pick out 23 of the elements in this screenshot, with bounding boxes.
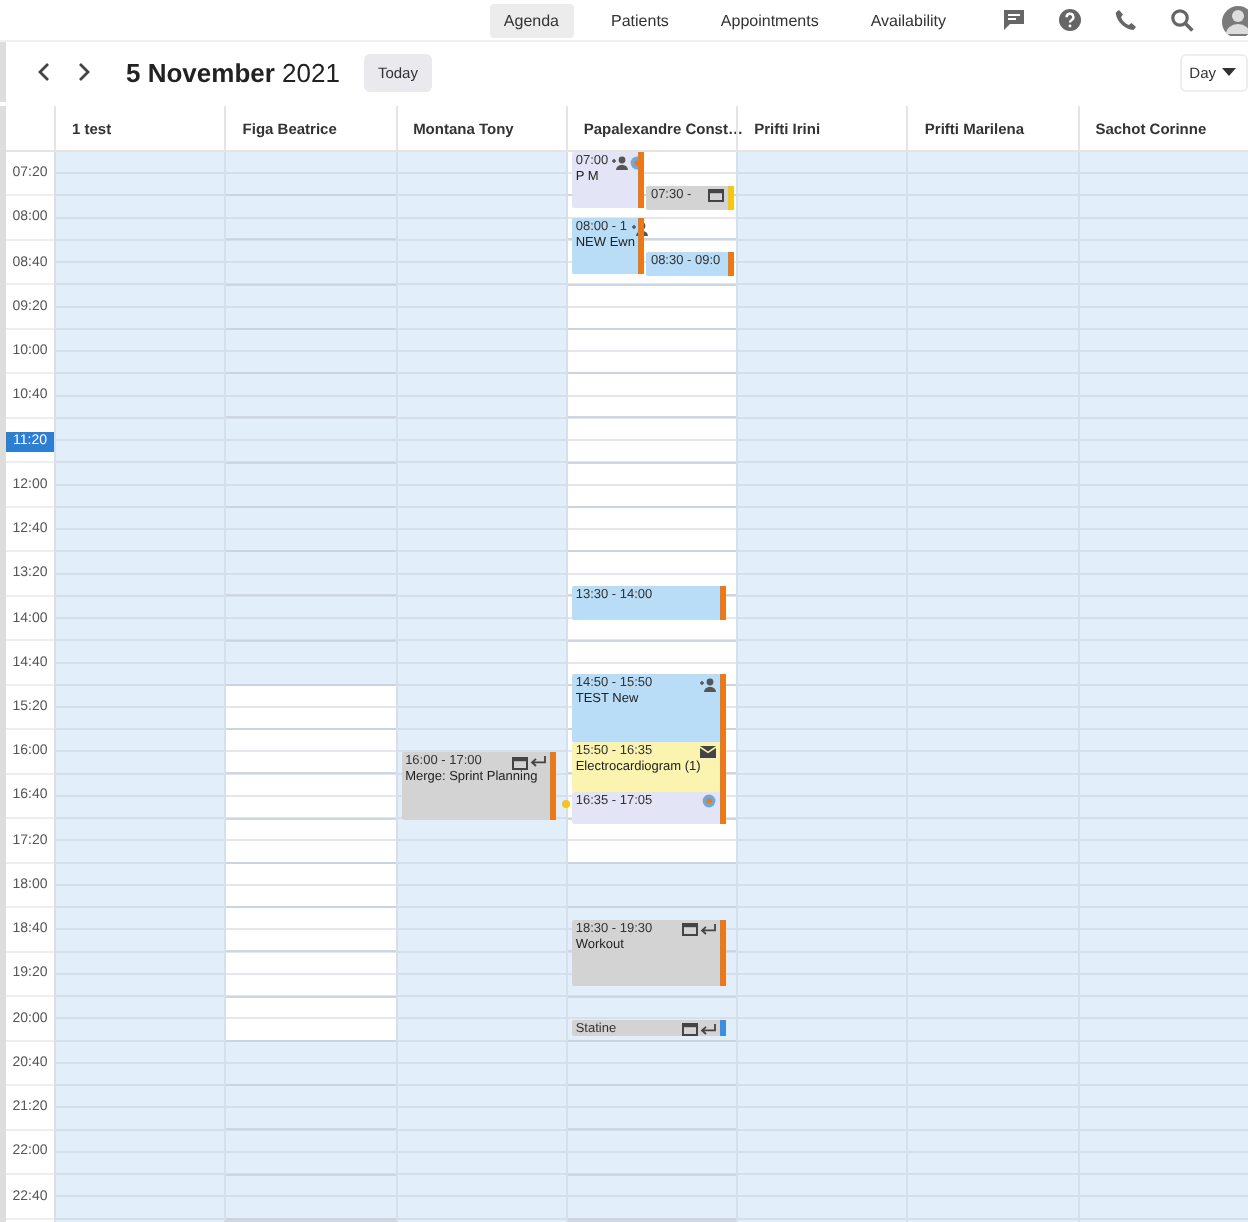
nav-tab[interactable]: Appointments — [706, 3, 833, 37]
caret-icon — [1222, 68, 1236, 76]
person-icon — [612, 155, 629, 169]
calendar-icon — [511, 755, 528, 770]
help-icon[interactable] — [1056, 6, 1084, 34]
return-arrow-icon — [700, 923, 717, 936]
calendar-icon — [682, 922, 699, 937]
return-arrow-icon — [700, 1023, 717, 1036]
search-icon[interactable] — [1168, 6, 1196, 34]
date-title: 5 November 2021 — [126, 57, 340, 87]
person-icon — [631, 221, 648, 236]
avatar-icon[interactable] — [1220, 4, 1248, 36]
circle-icon — [702, 794, 717, 809]
calendar-icon — [682, 1022, 699, 1037]
nav-tab[interactable]: Availability — [856, 3, 960, 37]
nav-tab[interactable]: Patients — [597, 3, 683, 37]
previous-icon[interactable] — [34, 60, 54, 84]
calendar-icon — [708, 188, 725, 203]
return-arrow-icon — [529, 756, 546, 769]
next-icon[interactable] — [74, 60, 94, 84]
chat-icon[interactable] — [1000, 6, 1028, 34]
nav-tab[interactable]: Agenda — [489, 3, 574, 37]
phone-icon[interactable] — [1112, 6, 1140, 34]
